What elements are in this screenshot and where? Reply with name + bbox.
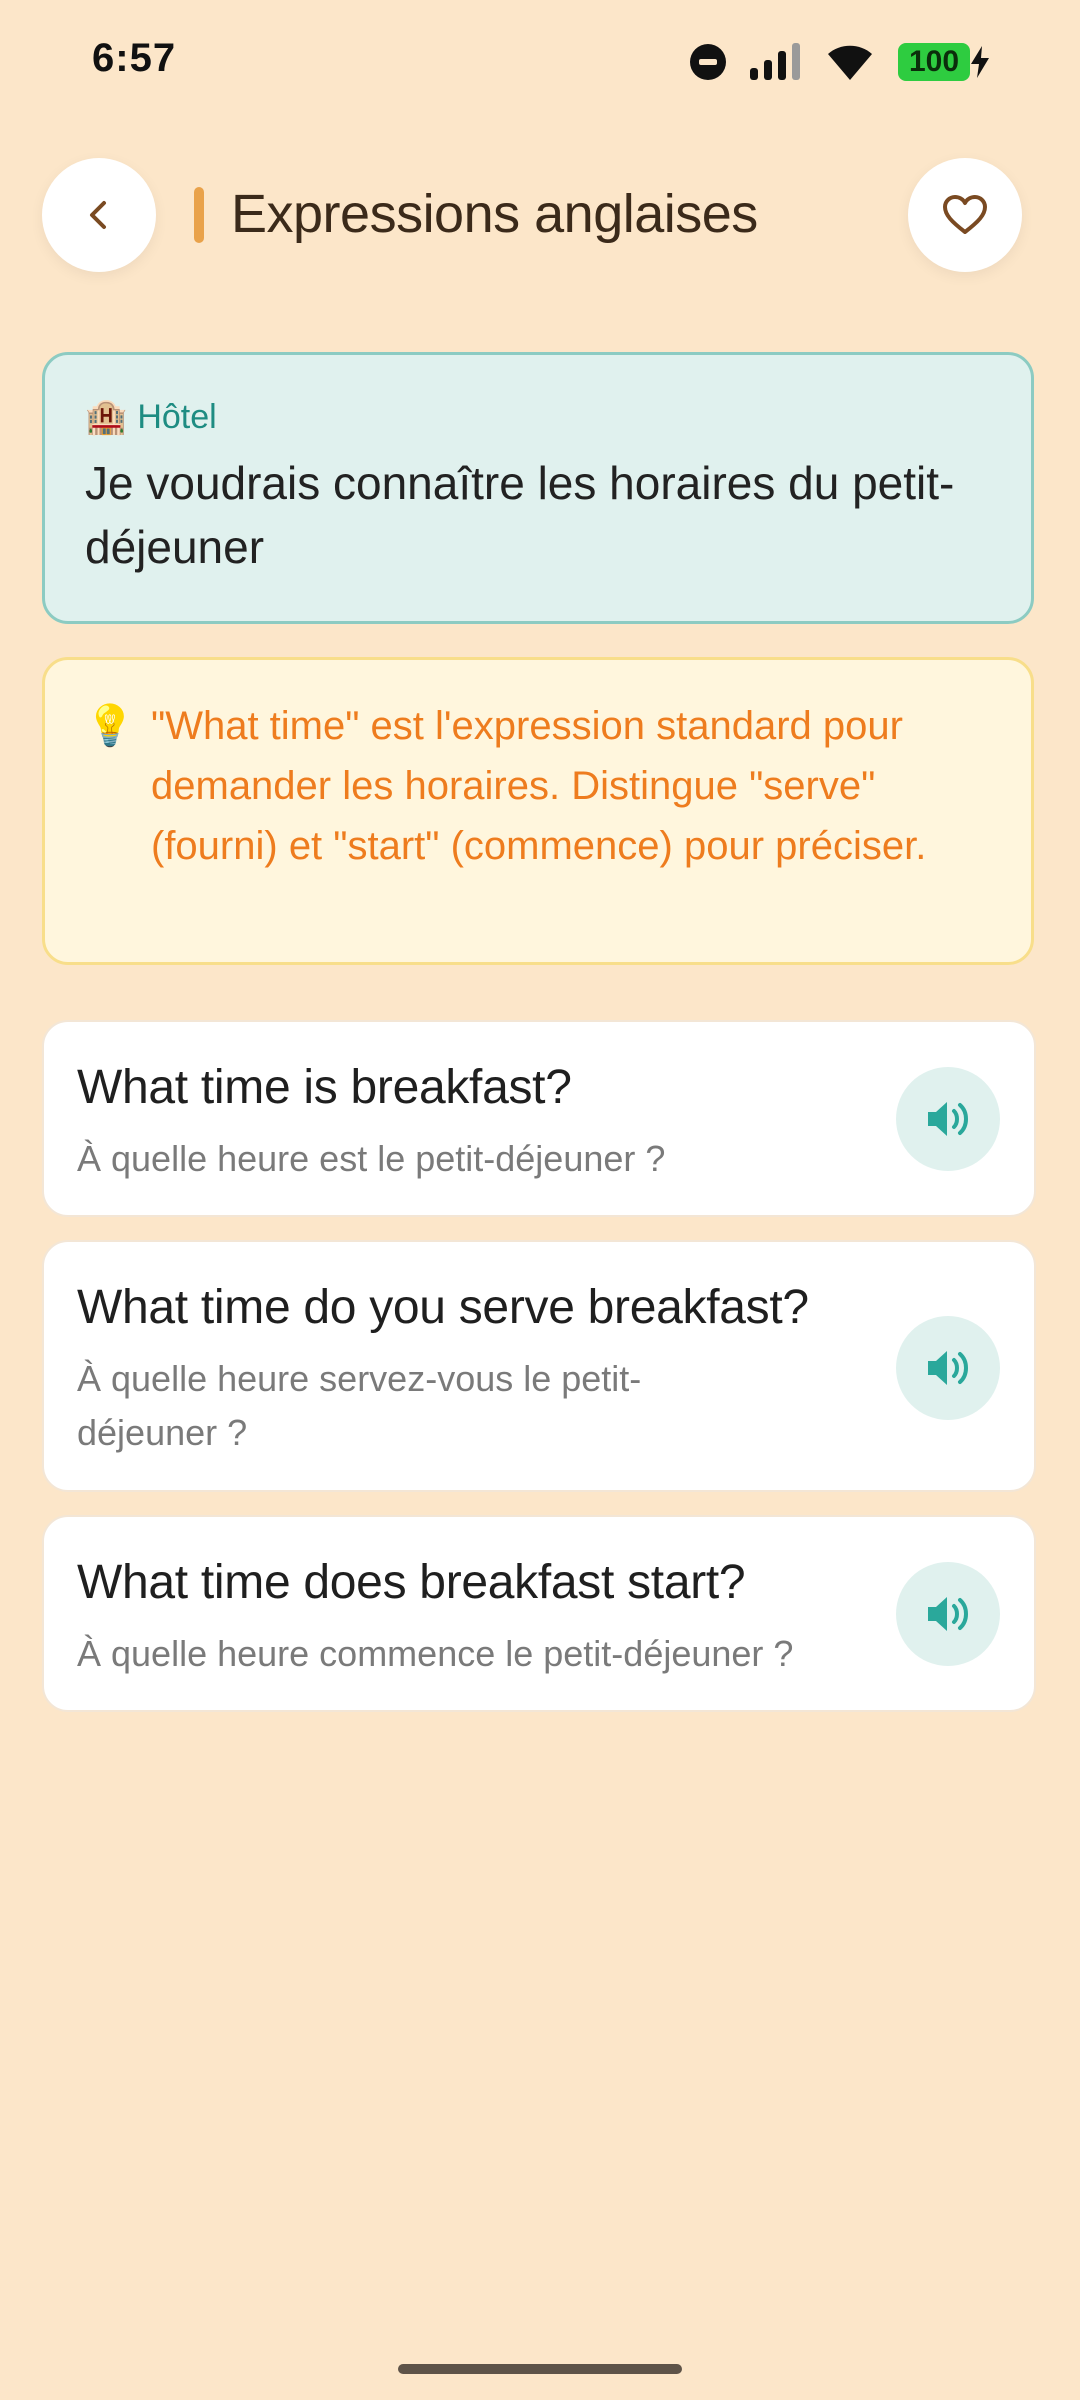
hotel-icon: 🏨 (85, 398, 128, 436)
play-audio-button[interactable] (896, 1067, 1000, 1171)
category-label: Hôtel (137, 397, 217, 436)
heart-icon (943, 195, 987, 234)
phrase-french: À quelle heure est le petit-déjeuner ? (77, 1138, 666, 1179)
speaker-icon (928, 1351, 968, 1385)
signal-icon (750, 43, 800, 80)
home-indicator[interactable] (398, 2364, 682, 2374)
battery-level: 100 (898, 43, 970, 81)
tip-text: "What time" est l'expression standard po… (151, 704, 927, 868)
lightbulb-icon: 💡 (85, 704, 135, 748)
status-bar: 6:57 100 (0, 0, 1080, 120)
battery-indicator: 100 (898, 43, 990, 81)
status-icons: 100 (690, 38, 990, 86)
status-time: 6:57 (92, 36, 177, 80)
speaker-icon (928, 1597, 968, 1631)
speaker-icon (928, 1102, 968, 1136)
phrase-english: What time do you serve breakfast? (77, 1281, 809, 1334)
do-not-disturb-icon (690, 44, 726, 80)
category-tag: 🏨 Hôtel (85, 397, 991, 437)
back-button[interactable] (42, 158, 156, 272)
context-card: 🏨 Hôtel Je voudrais connaître les horair… (42, 352, 1034, 624)
play-audio-button[interactable] (896, 1316, 1000, 1420)
play-audio-button[interactable] (896, 1562, 1000, 1666)
context-phrase: Je voudrais connaître les horaires du pe… (85, 457, 955, 573)
title-accent-bar (194, 187, 204, 243)
phrase-french: À quelle heure servez-vous le petit-déje… (77, 1358, 642, 1453)
page-title: Expressions anglaises (231, 184, 758, 244)
tip-card: 💡 "What time" est l'expression standard … (42, 657, 1034, 965)
phrase-card[interactable]: What time does breakfast start? À quelle… (42, 1515, 1036, 1712)
charging-bolt-icon (971, 46, 989, 78)
phrase-card[interactable]: What time do you serve breakfast? À quel… (42, 1240, 1036, 1492)
wifi-icon (828, 45, 872, 80)
phrase-card[interactable]: What time is breakfast? À quelle heure e… (42, 1020, 1036, 1217)
favorite-button[interactable] (908, 158, 1022, 272)
phrase-french: À quelle heure commence le petit-déjeune… (77, 1633, 794, 1674)
chevron-left-icon (90, 201, 106, 229)
header: Expressions anglaises (0, 155, 1080, 275)
phrase-english: What time does breakfast start? (77, 1556, 746, 1609)
phrase-english: What time is breakfast? (77, 1061, 572, 1114)
